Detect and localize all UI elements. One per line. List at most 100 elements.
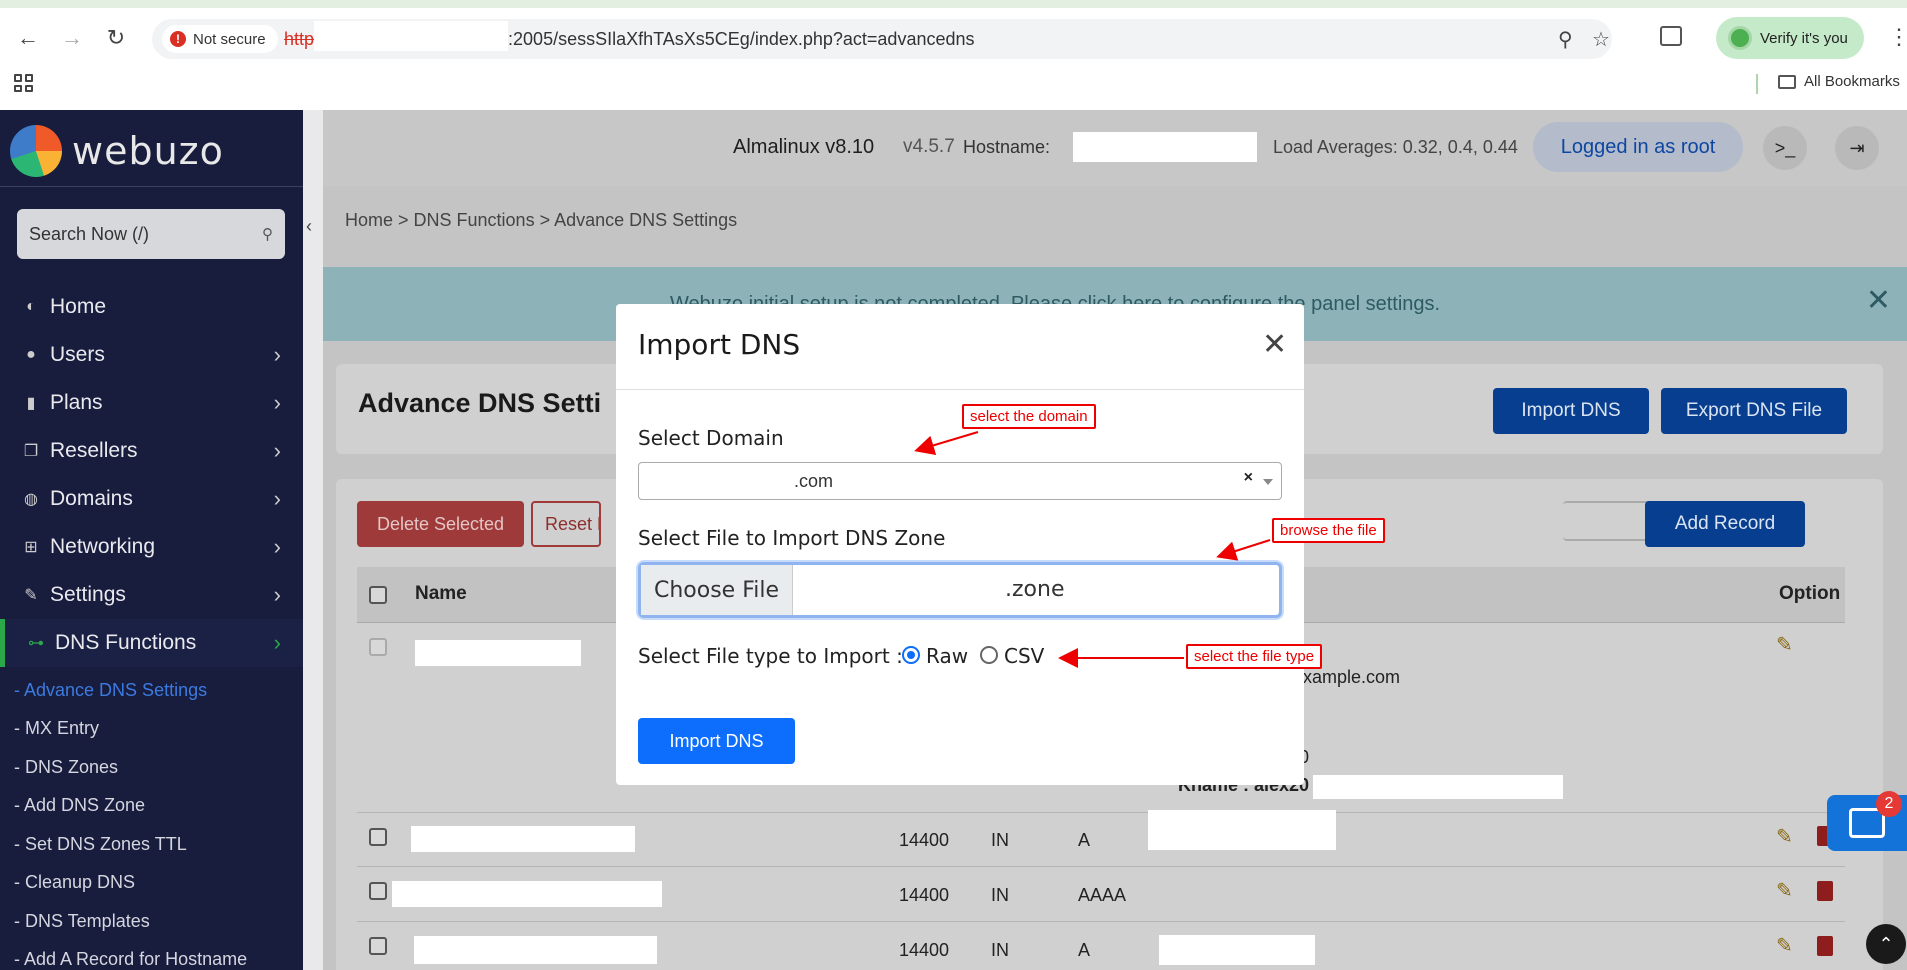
delete-selected-button[interactable]: Delete Selected [357, 501, 524, 547]
search-placeholder: Search Now (/) [29, 223, 150, 244]
terminal-icon[interactable]: >_ [1763, 126, 1807, 170]
url-redaction [314, 21, 509, 52]
sidebar-item-networking[interactable]: ⊞ Networking › [0, 523, 303, 571]
os-label: Almalinux v8.10 [733, 136, 875, 158]
add-record-button[interactable]: Add Record [1645, 501, 1805, 547]
domain-select[interactable]: .com × [638, 462, 1282, 500]
modal-title: Import DNS [638, 328, 801, 361]
sidebar-item-users[interactable]: ● Users › [0, 331, 303, 379]
chevron-right-icon: › [273, 486, 281, 511]
chevron-right-icon: › [273, 438, 281, 463]
sidebar-item-resellers[interactable]: ❐ Resellers › [0, 427, 303, 475]
sidebar-item-dns-functions[interactable]: ⊶ DNS Functions › [0, 619, 303, 667]
column-option: Option [1779, 583, 1841, 604]
submenu-advance-dns[interactable]: - Advance DNS Settings [0, 671, 303, 710]
star-icon[interactable]: ☆ [1592, 27, 1610, 52]
submenu-dns-zones[interactable]: - DNS Zones [0, 748, 303, 787]
row-checkbox[interactable] [369, 882, 387, 900]
export-dns-button[interactable]: Export DNS File [1661, 388, 1847, 434]
import-dns-submit-button[interactable]: Import DNS [638, 718, 795, 764]
radio-raw-label[interactable]: Raw [926, 644, 968, 668]
row-checkbox[interactable] [369, 638, 387, 656]
sidebar-item-home[interactable]: ◐ Home [0, 283, 303, 331]
logged-in-badge[interactable]: Logged in as root [1533, 122, 1743, 172]
row-checkbox[interactable] [369, 828, 387, 846]
dns-icon: ⊶ [28, 635, 44, 652]
scroll-top-icon[interactable]: ⌃ [1866, 924, 1906, 964]
reload-icon[interactable]: ↻ [98, 20, 134, 56]
extensions-icon[interactable] [1660, 26, 1682, 46]
annotation-file-type: select the file type [1186, 644, 1323, 669]
plans-icon: ▮ [26, 395, 36, 412]
file-input[interactable]: Choose File .zone [638, 562, 1282, 618]
sidebar-item-label: Domains [50, 487, 133, 510]
edit-icon[interactable]: ✎ [1776, 824, 1793, 849]
row-divider [357, 921, 1845, 922]
logout-icon[interactable]: ⇥ [1835, 126, 1879, 170]
radio-csv[interactable] [980, 646, 998, 664]
hostname-redaction [1073, 132, 1257, 162]
import-dns-button[interactable]: Import DNS [1493, 388, 1649, 434]
select-domain-label: Select Domain [638, 426, 784, 450]
all-bookmarks[interactable]: All Bookmarks [1778, 73, 1900, 90]
search-input[interactable]: Search Now (/) ⚲ [17, 209, 285, 259]
notifications-button[interactable]: 2 [1827, 791, 1907, 851]
not-secure-badge[interactable]: ! Not secure [162, 25, 278, 53]
clear-icon[interactable]: × [1244, 469, 1253, 487]
edit-icon[interactable]: ✎ [1776, 632, 1793, 657]
apps-icon[interactable] [14, 74, 33, 92]
menu-icon[interactable]: ⋮ [1888, 24, 1907, 50]
submenu-dns-templates[interactable]: - DNS Templates [0, 902, 303, 941]
submenu-cleanup-dns[interactable]: - Cleanup DNS [0, 864, 303, 903]
url-text[interactable]: http:2005/sessSIlaXfhTAsXs5CEg/index.php… [284, 21, 975, 52]
value-redaction [1159, 935, 1315, 965]
address-bar[interactable]: ! Not secure http:2005/sessSIlaXfhTAsXs5… [152, 19, 1612, 59]
verify-button[interactable]: Verify it's you [1716, 17, 1864, 59]
version-label: v4.5.7 [903, 136, 955, 157]
all-bookmarks-label: All Bookmarks [1804, 73, 1900, 90]
logo[interactable]: webuzo [10, 125, 224, 177]
submenu-add-a-record[interactable]: - Add A Record for Hostname [0, 941, 303, 970]
edit-icon[interactable]: ✎ [1776, 878, 1793, 903]
radio-raw[interactable] [902, 646, 920, 664]
row-divider [357, 866, 1845, 867]
close-icon[interactable]: ✕ [1262, 330, 1287, 360]
name-redaction [392, 881, 662, 907]
network-icon: ⊞ [24, 539, 38, 556]
user-icon: ● [26, 346, 36, 363]
tab-strip [0, 0, 1907, 8]
filter-select[interactable] [1563, 501, 1653, 541]
load-averages: Load Averages: 0.32, 0.4, 0.44 [1273, 137, 1518, 157]
record-class: IN [991, 885, 1009, 905]
sidebar-item-settings[interactable]: ✎ Settings › [0, 571, 303, 619]
forward-icon[interactable]: → [54, 20, 90, 56]
breadcrumb[interactable]: Home > DNS Functions > Advance DNS Setti… [345, 210, 737, 231]
page-title: Advance DNS Setti [358, 388, 602, 418]
select-all-checkbox[interactable] [369, 586, 387, 604]
record-ttl: 14400 [899, 885, 950, 905]
column-name[interactable]: Name [415, 583, 467, 605]
row-checkbox[interactable] [369, 937, 387, 955]
url-scheme: http [284, 29, 315, 49]
name-redaction [414, 936, 657, 964]
close-icon[interactable]: ✕ [1866, 283, 1891, 318]
submenu-mx-entry[interactable]: - MX Entry [0, 710, 303, 749]
sidebar-item-plans[interactable]: ▮ Plans › [0, 379, 303, 427]
submenu-add-dns-zone[interactable]: - Add DNS Zone [0, 787, 303, 826]
submenu-set-ttl[interactable]: - Set DNS Zones TTL [0, 825, 303, 864]
edit-icon[interactable]: ✎ [1776, 933, 1793, 958]
sidebar-collapse-toggle[interactable]: ‹ [303, 110, 323, 970]
record-value: xample.com [1303, 667, 1401, 687]
sidebar-item-domains[interactable]: ◍ Domains › [0, 475, 303, 523]
reset-button[interactable]: Reset DI [531, 501, 601, 547]
zoom-icon[interactable]: ⚲ [1558, 27, 1573, 52]
radio-csv-label[interactable]: CSV [1004, 644, 1044, 668]
annotation-select-domain: select the domain [962, 404, 1096, 429]
back-icon[interactable]: ← [10, 20, 46, 56]
sidebar-item-label: Users [50, 343, 105, 366]
trash-icon[interactable] [1817, 936, 1833, 956]
trash-icon[interactable] [1817, 881, 1833, 901]
import-dns-modal: Import DNS ✕ Select Domain .com × Select… [616, 304, 1304, 785]
row-divider [357, 812, 1845, 813]
choose-file-button[interactable]: Choose File [641, 565, 793, 615]
